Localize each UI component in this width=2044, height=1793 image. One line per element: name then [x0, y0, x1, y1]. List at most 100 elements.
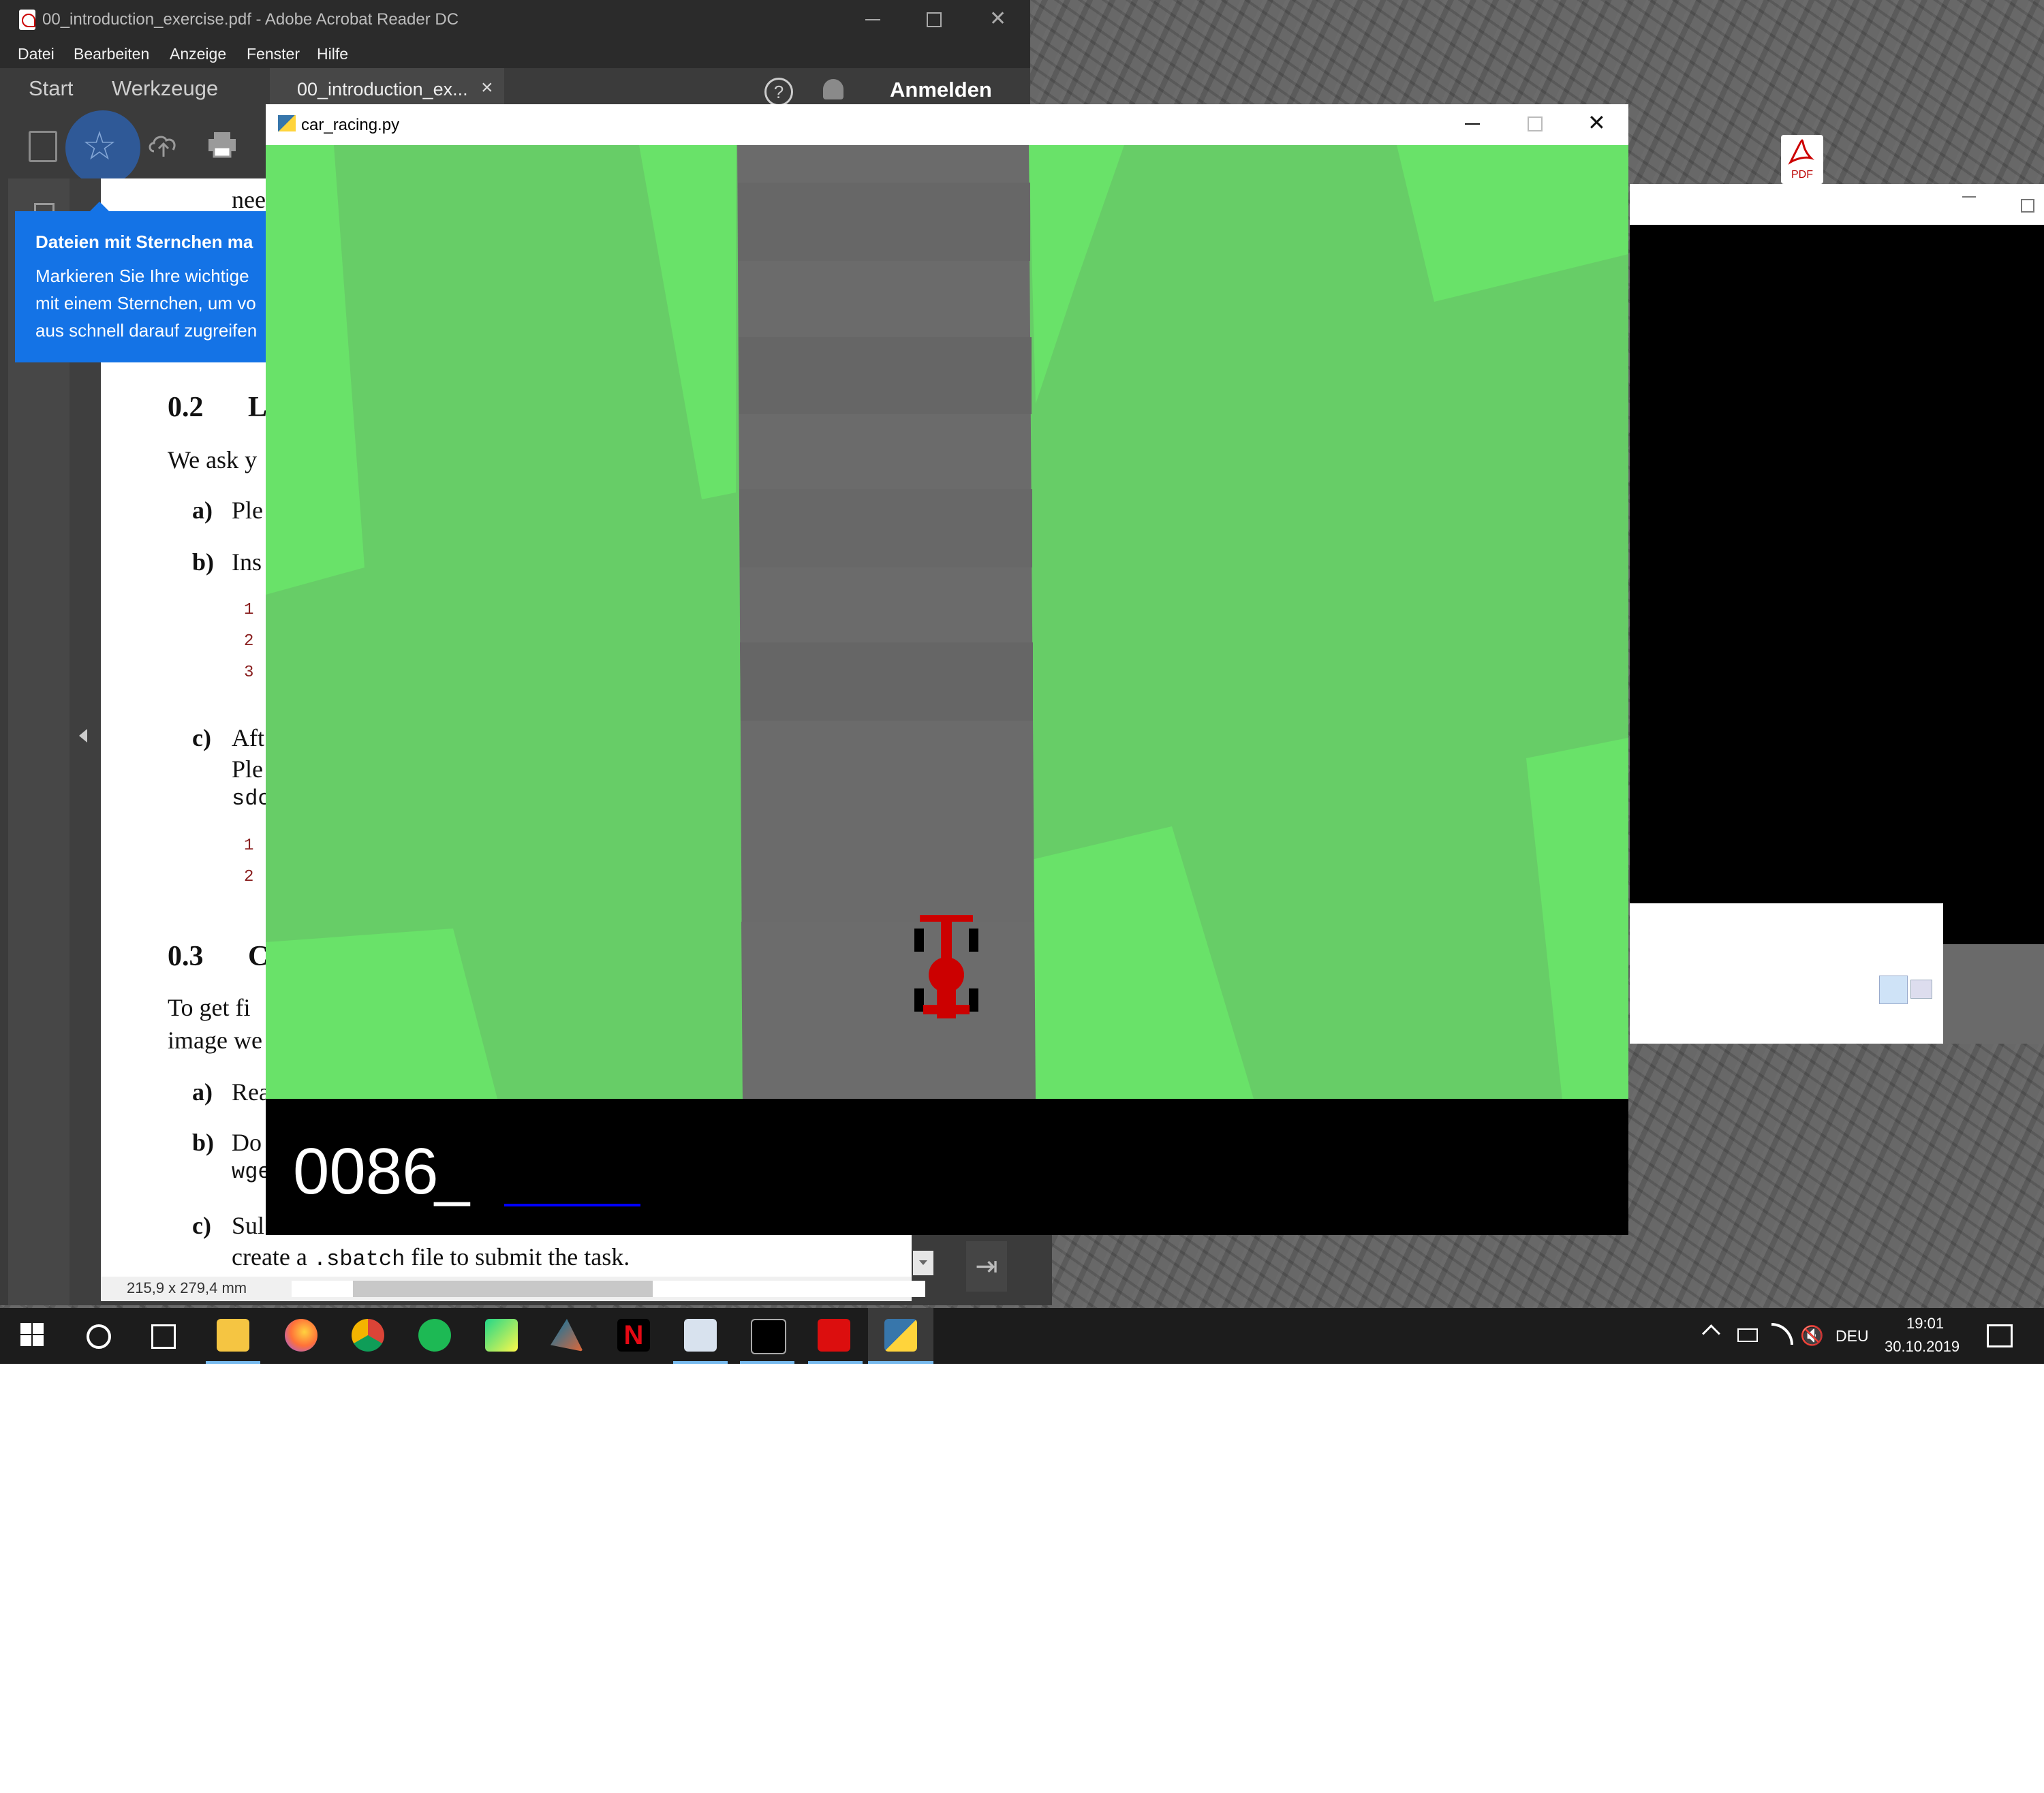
menu-hilfe[interactable]: Hilfe: [317, 45, 348, 63]
print-icon[interactable]: [207, 131, 237, 158]
python-active-tab[interactable]: [868, 1308, 933, 1364]
collapse-arrow-icon[interactable]: [79, 729, 87, 743]
game-hud: 0086 _: [266, 1099, 1628, 1235]
line-number: 2: [244, 632, 254, 651]
document-tab-label: 00_introduction_ex...: [297, 79, 468, 99]
pdf-text: Ins: [232, 548, 262, 576]
close-icon[interactable]: ✕: [1588, 110, 1606, 136]
list-label: b): [192, 1129, 215, 1156]
file-explorer-icon[interactable]: [217, 1319, 249, 1352]
help-glyph: ?: [773, 82, 784, 102]
pdf-text-line: create a .sbatch file to submit the task…: [232, 1243, 630, 1272]
menu-fenster[interactable]: Fenster: [247, 45, 300, 63]
list-label: c): [192, 724, 211, 751]
road-segment: [741, 922, 1034, 1099]
task-manager-icon[interactable]: [684, 1319, 717, 1352]
tooltip-text: aus schnell darauf zugreifen: [35, 320, 258, 341]
taskbar: N 🔇 DEU 19:01 30.10.2019: [0, 1308, 2044, 1364]
close-icon[interactable]: ✕: [989, 7, 1006, 31]
maximize-icon[interactable]: [927, 12, 942, 27]
clock-date[interactable]: 30.10.2019: [1885, 1338, 1960, 1356]
page-size-label: 215,9 x 279,4 mm: [127, 1279, 247, 1296]
pdf-text: Ple: [232, 755, 264, 783]
acrobat-icon[interactable]: [818, 1319, 850, 1352]
pdf-text: To get fi: [168, 994, 251, 1021]
line-number: 1: [244, 837, 254, 855]
close-tab-icon[interactable]: ×: [481, 76, 493, 99]
menu-bearbeiten[interactable]: Bearbeiten: [74, 45, 149, 63]
help-icon[interactable]: ?: [764, 78, 793, 106]
tooltip-text: mit einem Sternchen, um vo: [35, 293, 256, 313]
pdf-text: Do: [232, 1129, 262, 1156]
maximize-icon[interactable]: [1528, 116, 1543, 131]
chrome-icon[interactable]: [352, 1319, 384, 1352]
running-indicator: [673, 1361, 728, 1364]
speed-indicator-bar: [504, 1204, 640, 1206]
car-racing-window[interactable]: car_racing.py ✕ 0086 _: [266, 104, 1628, 1235]
save-icon[interactable]: [29, 131, 57, 162]
score-label: 0086: [293, 1135, 439, 1208]
road-segment: [738, 183, 1030, 261]
game-titlebar: car_racing.py ✕: [266, 104, 1628, 145]
task-view-icon[interactable]: [151, 1324, 176, 1349]
line-number: 1: [244, 601, 254, 619]
running-indicator: [206, 1361, 260, 1364]
details-view-icon[interactable]: [1879, 976, 1908, 1004]
expand-tools-icon[interactable]: ⇥: [966, 1241, 1007, 1292]
running-indicator: [868, 1361, 933, 1364]
notifications-icon[interactable]: [1987, 1324, 2013, 1347]
bell-icon[interactable]: [823, 79, 843, 99]
matlab-icon[interactable]: [551, 1319, 583, 1352]
minimize-icon[interactable]: [865, 19, 880, 20]
minimize-icon[interactable]: [1962, 196, 1976, 198]
list-label: c): [192, 1212, 211, 1239]
pdf-text: file to submit the task.: [405, 1243, 630, 1270]
window-title: car_racing.py: [301, 116, 400, 134]
menu-datei[interactable]: Datei: [18, 45, 55, 63]
pdf-code: .sbatch: [313, 1247, 405, 1272]
terminal-icon[interactable]: [751, 1319, 786, 1354]
acrobat-logo-icon: [1788, 139, 1814, 165]
spotify-icon[interactable]: [418, 1319, 451, 1352]
section-title: L: [248, 392, 268, 423]
scroll-down-button[interactable]: [913, 1251, 933, 1275]
pdf-text: create a: [232, 1243, 313, 1270]
pdf-text: Aft: [232, 724, 264, 751]
scrollbar-thumb[interactable]: [353, 1281, 653, 1297]
cloud-upload-icon[interactable]: [147, 131, 180, 158]
search-circle-icon[interactable]: [87, 1324, 111, 1349]
horizontal-scrollbar[interactable]: [292, 1281, 925, 1297]
netflix-icon[interactable]: N: [617, 1319, 650, 1352]
minimize-icon[interactable]: [1465, 123, 1480, 125]
tab-start[interactable]: Start: [29, 76, 73, 101]
road-segment: [740, 642, 1033, 721]
list-label: b): [192, 548, 215, 576]
maximize-icon[interactable]: [2021, 199, 2034, 213]
starred-files-tooltip[interactable]: Dateien mit Sternchen ma Markieren Sie I…: [15, 202, 271, 362]
preview-view-icon[interactable]: [1910, 980, 1932, 999]
acrobat-titlebar: 00_introduction_exercise.pdf - Adobe Acr…: [0, 0, 1030, 41]
chevron-up-icon[interactable]: [1702, 1324, 1720, 1343]
windows-start-icon[interactable]: [20, 1323, 45, 1347]
speaker-muted-icon[interactable]: 🔇: [1800, 1324, 1824, 1347]
menu-anzeige[interactable]: Anzeige: [170, 45, 226, 63]
list-label: a): [192, 497, 213, 524]
signin-button[interactable]: Anmelden: [890, 78, 992, 102]
game-scene: [266, 145, 1628, 1099]
wifi-icon[interactable]: [1771, 1323, 1793, 1345]
background-window[interactable]: [1630, 184, 2044, 1044]
line-number: 3: [244, 664, 254, 682]
pdf-text: We ask y: [168, 446, 258, 473]
pdf-text: Rea: [232, 1078, 270, 1106]
score-cursor: _: [435, 1138, 470, 1207]
game-canvas[interactable]: [266, 145, 1628, 1099]
language-indicator[interactable]: DEU: [1836, 1327, 1869, 1345]
desktop-pdf-file-icon[interactable]: PDF: [1781, 135, 1823, 184]
firefox-icon[interactable]: [285, 1319, 318, 1352]
battery-icon[interactable]: [1737, 1328, 1758, 1342]
pycharm-icon[interactable]: [485, 1319, 518, 1352]
star-highlight[interactable]: ☆: [65, 110, 140, 185]
tab-tools[interactable]: Werkzeuge: [112, 76, 218, 101]
road-segment: [739, 489, 1032, 567]
clock-time[interactable]: 19:01: [1906, 1315, 1944, 1332]
